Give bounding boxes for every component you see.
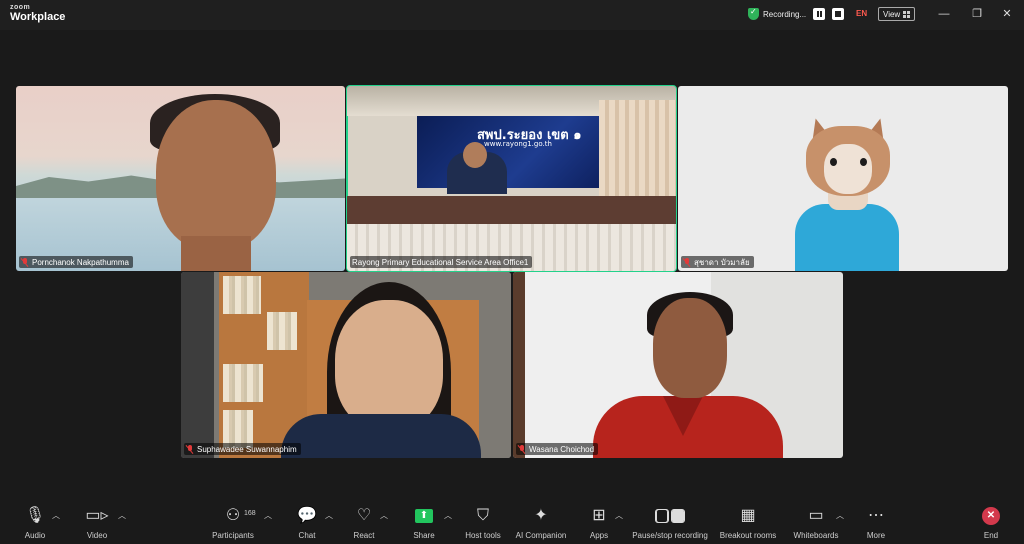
meeting-toolbar: 🎙 Audio ︿ ▭▹ Video ︿ ⚇ Participants 168 … — [0, 500, 1024, 544]
end-label: End — [983, 531, 999, 540]
audio-label: Audio — [24, 531, 46, 540]
participant-name-tag: Pornchanok Nakpathumma — [19, 256, 133, 268]
books — [223, 364, 263, 402]
avatar-body — [795, 204, 899, 271]
participant-name-tag: Suphawadee Suwannaphim — [184, 443, 301, 455]
chat-label: Chat — [298, 531, 316, 540]
recording-label: Recording... — [763, 9, 807, 19]
zoom-workplace-logo: zoom Workplace — [10, 4, 65, 23]
apps-button[interactable]: ⊞ Apps — [559, 504, 639, 541]
participants-icon: ⚇ — [225, 507, 241, 524]
participant-face — [156, 100, 276, 250]
recording-controls-icon — [655, 509, 685, 523]
apps-options-caret[interactable]: ︿ — [615, 510, 623, 521]
participant-face — [463, 142, 487, 168]
desk — [347, 196, 676, 226]
microphone-icon: 🎙 — [24, 507, 46, 524]
grid-icon — [903, 10, 911, 18]
pause-recording-button[interactable] — [813, 8, 826, 20]
whiteboards-label: Whiteboards — [793, 531, 839, 540]
title-bar: zoom Workplace Recording... EN View — ❐ … — [0, 0, 1024, 30]
more-button[interactable]: ⋯ More — [836, 504, 916, 541]
video-tile[interactable]: Pornchanok Nakpathumma — [16, 86, 345, 271]
share-label: Share — [413, 531, 435, 540]
breakout-rooms-label: Breakout rooms — [719, 531, 777, 540]
view-button[interactable]: View — [878, 7, 916, 21]
apps-icon: ⊞ — [592, 507, 606, 524]
backdrop-url: www.rayong1.go.th — [484, 140, 552, 148]
video-tile[interactable]: สุชาดา บัวมาลัย — [678, 86, 1008, 271]
shield-icon: ⛉ — [476, 507, 489, 524]
stop-recording-button[interactable] — [832, 8, 845, 20]
more-label: More — [866, 531, 886, 540]
brand-top: zoom — [10, 4, 31, 11]
cat-eye — [860, 158, 867, 166]
language-indicator[interactable]: EN — [856, 9, 867, 18]
participant-face — [335, 300, 443, 430]
react-label: React — [353, 531, 375, 540]
participants-label: Participants — [212, 531, 254, 540]
recording-indicator: Recording... — [748, 7, 845, 20]
close-button[interactable]: ✕ — [1000, 7, 1014, 21]
brand-name: Workplace — [10, 11, 66, 23]
books — [223, 276, 261, 314]
participant-name-tag: Wasana Choichod — [516, 443, 599, 455]
more-dots-icon: ⋯ — [868, 507, 884, 524]
participant-name: Rayong Primary Educational Service Area … — [352, 257, 529, 267]
minimize-button[interactable]: — — [937, 7, 951, 21]
mic-muted-icon — [186, 444, 194, 454]
stop-icon — [671, 509, 685, 523]
video-options-caret[interactable]: ︿ — [118, 510, 126, 521]
security-shield-icon[interactable] — [748, 7, 759, 20]
participant-name: Wasana Choichod — [529, 444, 595, 454]
mic-muted-icon — [518, 444, 526, 454]
participants-count: 168 — [244, 510, 256, 517]
pause-stop-recording-label: Pause/stop recording — [632, 531, 708, 540]
participants-button[interactable]: ⚇ Participants — [193, 504, 273, 541]
zoom-meeting-window: zoom Workplace Recording... EN View — ❐ … — [0, 0, 1024, 544]
mic-muted-icon — [683, 257, 691, 267]
participant-name: Pornchanok Nakpathumma — [32, 257, 129, 267]
cat-avatar-face — [824, 144, 872, 194]
participant-name: สุชาดา บัวมาลัย — [694, 257, 750, 267]
heart-icon: ♡ — [356, 507, 372, 524]
cat-eye — [830, 158, 837, 166]
stop-icon — [835, 11, 842, 17]
pause-icon — [816, 11, 822, 17]
video-tile[interactable]: Suphawadee Suwannaphim — [181, 272, 511, 458]
participant-name: Suphawadee Suwannaphim — [197, 444, 297, 454]
end-icon: ✕ — [982, 507, 1000, 525]
participant-face — [653, 298, 727, 398]
books — [267, 312, 297, 350]
pause-stop-recording-button[interactable]: Pause/stop recording — [630, 504, 710, 540]
view-label: View — [883, 9, 901, 19]
video-camera-icon: ▭▹ — [85, 507, 109, 524]
breakout-rooms-icon: ▦ — [740, 507, 756, 524]
whiteboard-icon: ▭ — [808, 507, 824, 524]
video-tile[interactable]: Wasana Choichod — [513, 272, 843, 458]
participant-body — [281, 414, 481, 458]
chat-bubble-icon: 💬 — [297, 507, 317, 524]
restore-button[interactable]: ❐ — [970, 7, 984, 21]
door-frame — [513, 272, 525, 458]
end-meeting-button[interactable]: ✕ End — [951, 504, 1024, 540]
video-tile-active-speaker[interactable]: สพป.ระยอง เขต ๑ www.rayong1.go.th Rayong… — [346, 85, 677, 272]
sparkle-icon: ✦ — [534, 507, 548, 524]
mic-muted-icon — [21, 257, 29, 267]
participant-neck — [181, 236, 251, 271]
share-arrow-icon: ⬆ — [415, 509, 433, 523]
video-label: Video — [86, 531, 108, 540]
participant-name-tag: สุชาดา บัวมาลัย — [681, 256, 754, 268]
apps-label: Apps — [589, 531, 609, 540]
pause-icon — [655, 509, 669, 523]
participant-name-tag: Rayong Primary Educational Service Area … — [350, 256, 533, 268]
host-tools-label: Host tools — [465, 531, 501, 540]
